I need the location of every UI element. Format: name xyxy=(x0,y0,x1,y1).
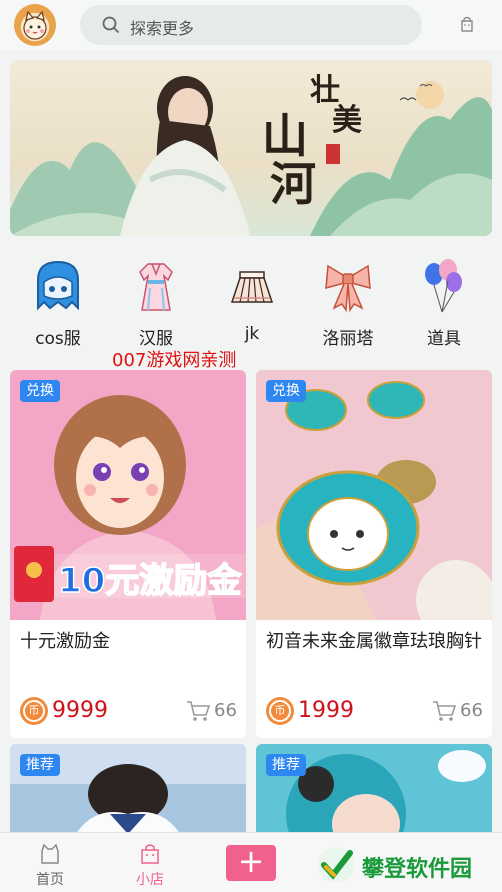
category-hanfu[interactable]: 汉服 xyxy=(108,250,204,350)
product-price: 9999 xyxy=(52,698,108,723)
balloons-icon xyxy=(425,259,462,313)
coin-icon: 币 xyxy=(20,697,48,725)
top-bar: 探索更多 xyxy=(0,0,502,50)
banner-char-2: 美 xyxy=(332,103,362,138)
pleated-skirt-icon xyxy=(230,271,274,303)
cart-icon[interactable] xyxy=(186,700,210,722)
category-label: jk xyxy=(244,324,260,344)
category-cos[interactable]: cos服 xyxy=(10,250,106,350)
avatar[interactable] xyxy=(14,4,56,46)
ghost-icon xyxy=(37,260,79,311)
product-image: 10元激励金 xyxy=(10,370,246,620)
product-card[interactable]: 10元激励金 兑换 十元激励金 币 9999 66 xyxy=(10,370,246,738)
category-label: 洛丽塔 xyxy=(322,329,374,349)
hanfu-dress-icon xyxy=(139,263,173,311)
home-icon xyxy=(41,843,59,864)
exchange-badge: 兑换 xyxy=(20,380,60,402)
search-placeholder: 探索更多 xyxy=(130,19,195,38)
coin-icon: 币 xyxy=(266,697,294,725)
category-row: cos服 汉服 jk 洛丽塔 道具 xyxy=(0,250,502,350)
watermark-text: 007游戏网亲测 xyxy=(112,350,237,371)
category-label: cos服 xyxy=(35,329,81,349)
banner-artwork: 壮 美 山 河 xyxy=(10,73,492,236)
category-label: 道具 xyxy=(427,329,461,349)
bow-icon xyxy=(325,264,371,313)
recommend-badge: 推荐 xyxy=(20,754,60,776)
brand-logo-icon xyxy=(318,847,354,883)
category-jk[interactable]: jk xyxy=(204,250,300,350)
category-props[interactable]: 道具 xyxy=(396,250,492,350)
recommend-badge: 推荐 xyxy=(266,754,306,776)
plus-icon: + xyxy=(237,842,265,880)
product-card[interactable]: 推荐 xyxy=(10,744,246,844)
exchange-badge: 兑换 xyxy=(266,380,306,402)
search-icon xyxy=(102,16,120,34)
product-card[interactable]: 兑换 初音未来金属徽章珐琅胸针 币 1999 66 xyxy=(256,370,492,738)
category-lolita[interactable]: 洛丽塔 xyxy=(300,250,396,350)
nav-home-label: 首页 xyxy=(36,872,64,888)
brand-watermark: 攀登软件园 xyxy=(316,845,496,889)
add-button[interactable]: + xyxy=(226,842,276,881)
product-image xyxy=(256,370,492,620)
nav-shop-label: 小店 xyxy=(136,872,164,888)
banner-char-3: 山 xyxy=(262,109,308,163)
promo-banner[interactable]: 壮 美 山 河 xyxy=(10,60,492,236)
bag-icon[interactable] xyxy=(460,16,474,32)
seal-stamp xyxy=(326,144,340,164)
nav-shop[interactable]: 小店 xyxy=(120,833,180,892)
sales-count: 66 xyxy=(214,700,237,721)
nav-home[interactable]: 首页 xyxy=(20,833,80,892)
sales-count: 66 xyxy=(460,700,483,721)
banner-char-4: 河 xyxy=(270,157,316,211)
product-card[interactable]: 推荐 xyxy=(256,744,492,844)
product-price: 1999 xyxy=(298,698,354,723)
image-text: 10元激励金 xyxy=(58,561,242,601)
avatar-cat-icon xyxy=(23,10,47,40)
bottom-nav: 首页 小店 + 攀登软件园 xyxy=(0,832,502,892)
shop-bag-icon xyxy=(141,844,159,864)
product-title: 十元激励金 xyxy=(20,631,110,652)
brand-text: 攀登软件园 xyxy=(362,857,473,882)
cart-icon[interactable] xyxy=(432,700,456,722)
search-bar[interactable]: 探索更多 xyxy=(80,5,422,45)
product-title: 初音未来金属徽章珐琅胸针 xyxy=(266,631,482,652)
